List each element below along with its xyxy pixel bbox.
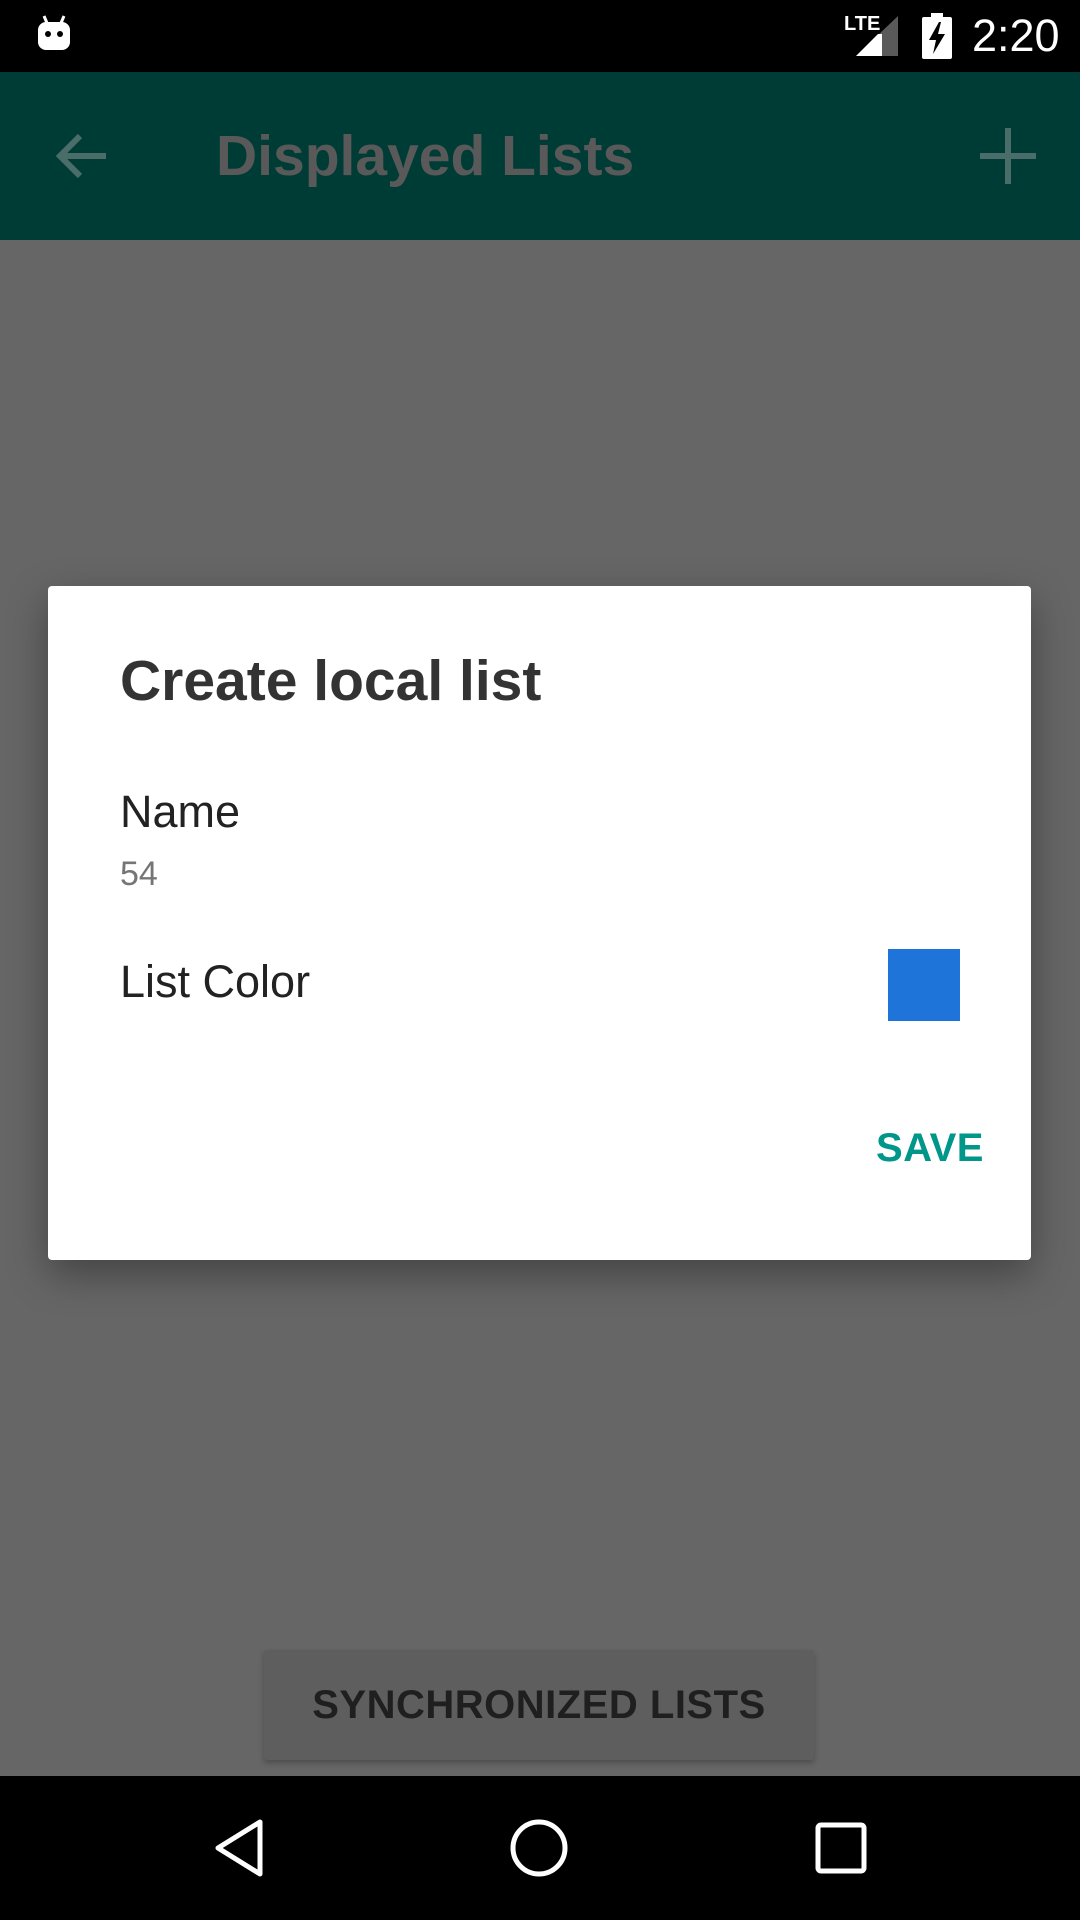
- android-icon: [36, 14, 72, 59]
- list-color-label[interactable]: List Color: [120, 956, 310, 1008]
- recents-nav-icon[interactable]: [808, 1812, 872, 1889]
- name-label[interactable]: Name: [120, 786, 240, 838]
- back-button[interactable]: [48, 120, 120, 192]
- status-bar: LTE 2:20: [0, 0, 1080, 72]
- synchronized-lists-button[interactable]: SYNCHRONIZED LISTS: [264, 1650, 814, 1760]
- home-nav-icon[interactable]: [506, 1812, 572, 1889]
- battery-charging-icon: [922, 13, 952, 64]
- dialog-title: Create local list: [120, 649, 542, 713]
- back-nav-icon[interactable]: [208, 1812, 272, 1889]
- save-button[interactable]: SAVE: [854, 1116, 984, 1180]
- lte-signal-icon: LTE: [842, 12, 902, 63]
- create-list-dialog: Create local list Name 54 List Color SAV…: [48, 586, 1031, 1260]
- status-clock: 2:20: [972, 10, 1060, 61]
- page-title: Displayed Lists: [216, 124, 635, 188]
- navigation-bar: [0, 1776, 1080, 1920]
- app-bar: Displayed Lists: [0, 72, 1080, 240]
- list-color-swatch[interactable]: [888, 949, 960, 1021]
- add-list-button[interactable]: [972, 120, 1044, 192]
- name-value[interactable]: 54: [120, 854, 158, 894]
- add-icon: [972, 128, 1044, 196]
- arrow-back-icon: [48, 133, 120, 196]
- lte-label: LTE: [844, 13, 880, 35]
